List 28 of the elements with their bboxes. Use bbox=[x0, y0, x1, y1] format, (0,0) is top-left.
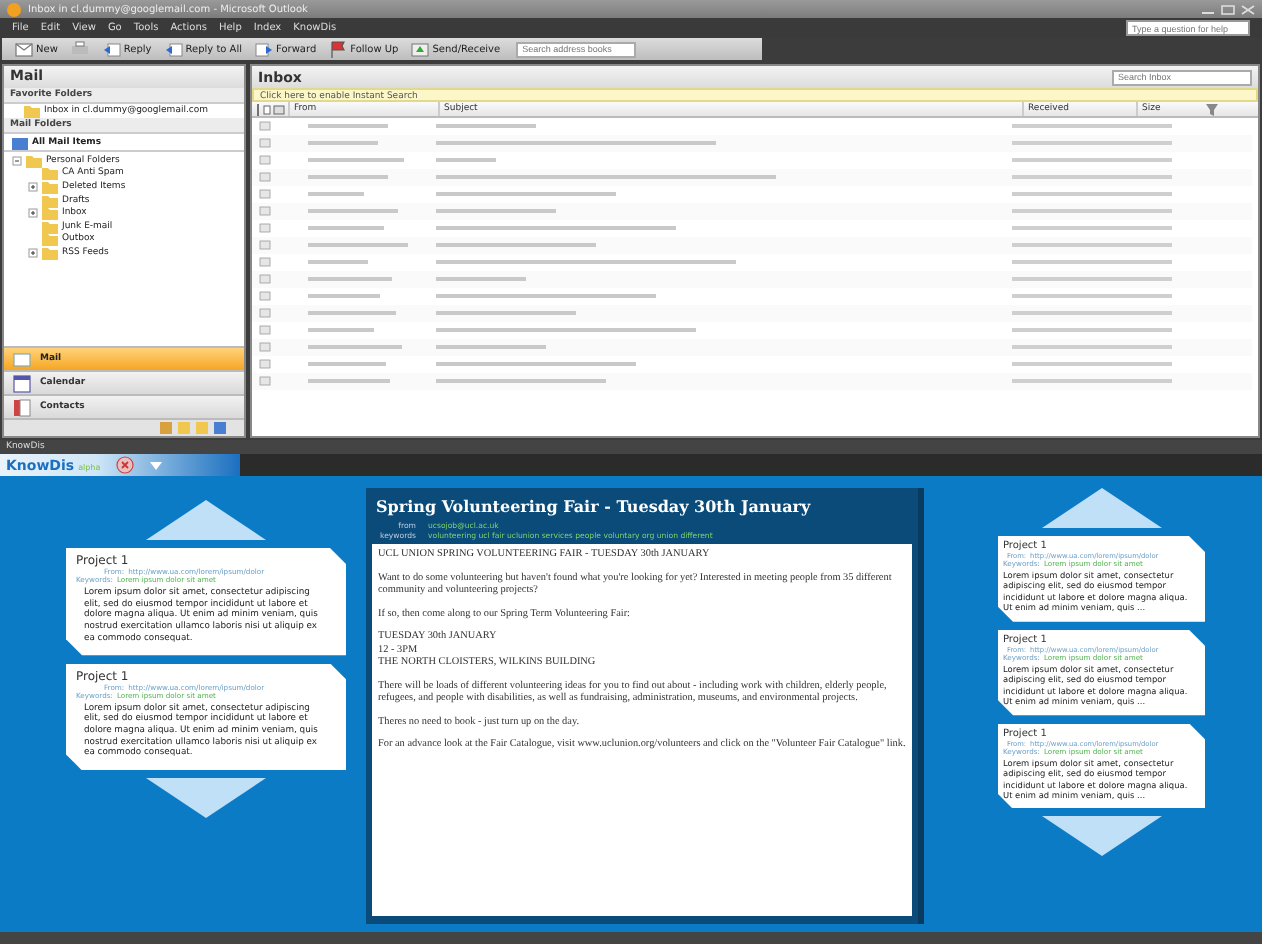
mail-items-icon bbox=[12, 135, 28, 149]
calendar-icon bbox=[12, 373, 32, 393]
envelope-icon bbox=[12, 349, 32, 369]
shortcut-icons-drawing bbox=[160, 420, 228, 436]
expand-icon[interactable] bbox=[28, 247, 38, 258]
dropdown-icon[interactable] bbox=[150, 459, 163, 471]
outlook-logo-icon bbox=[6, 1, 22, 17]
printer-icon bbox=[69, 39, 90, 59]
project-card[interactable] bbox=[66, 548, 346, 656]
scroll-up-arrow[interactable] bbox=[1041, 488, 1161, 528]
project-card[interactable] bbox=[66, 663, 346, 771]
expand-icon[interactable] bbox=[28, 181, 38, 192]
project-card[interactable] bbox=[997, 536, 1205, 622]
flag-icon bbox=[328, 39, 349, 59]
column-icons-drawing bbox=[256, 103, 288, 115]
project-card[interactable] bbox=[997, 723, 1205, 809]
expand-icon[interactable] bbox=[28, 208, 38, 219]
maximize-icon[interactable] bbox=[1220, 3, 1236, 15]
collapse-icon[interactable] bbox=[12, 155, 22, 166]
project-card[interactable] bbox=[997, 629, 1205, 716]
scroll-up-arrow[interactable] bbox=[146, 500, 266, 540]
send-receive-icon bbox=[410, 39, 431, 59]
scroll-down-arrow[interactable] bbox=[1041, 816, 1161, 857]
email-title: Spring Volunteering Fair - Tuesday 30th January bbox=[374, 494, 813, 520]
close-icon[interactable] bbox=[116, 456, 135, 474]
scroll-down-arrow[interactable] bbox=[146, 778, 266, 819]
envelope-icon bbox=[14, 39, 34, 59]
address-book-icon bbox=[12, 397, 32, 417]
